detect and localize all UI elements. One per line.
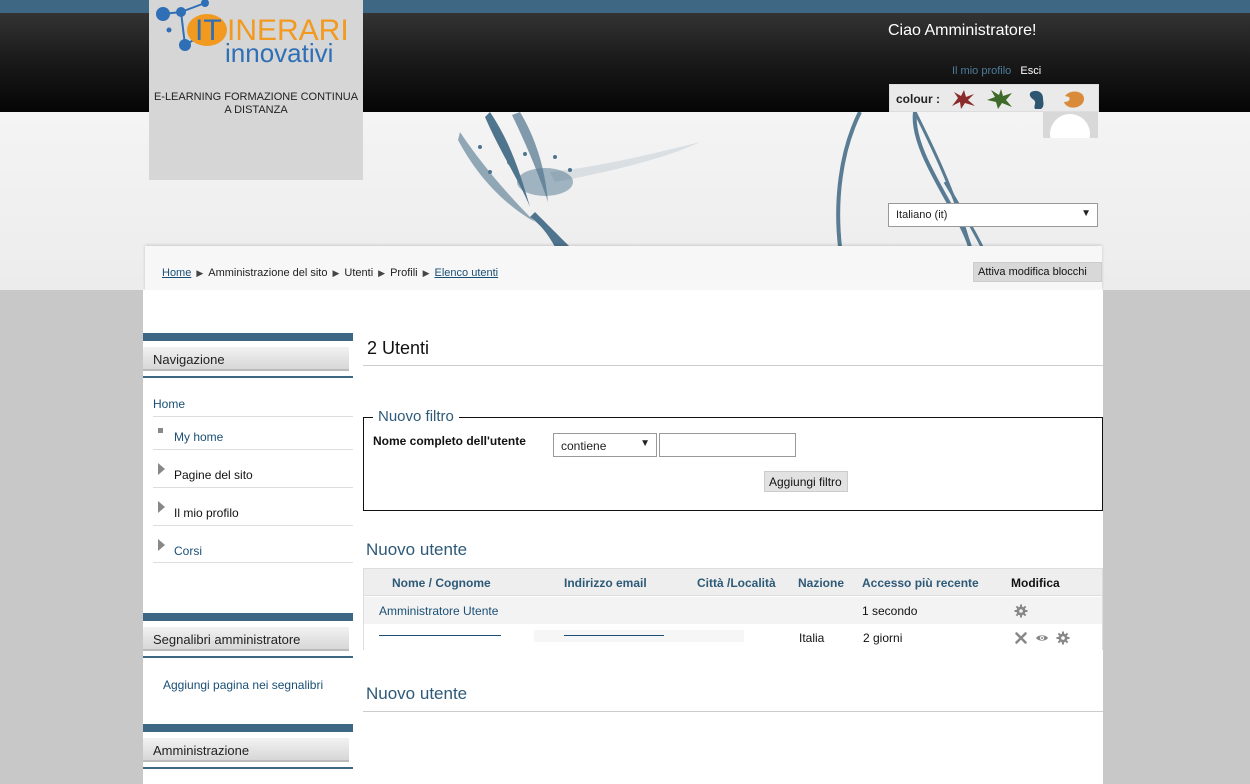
nav-item-site-pages[interactable]: Pagine del sito bbox=[153, 449, 353, 487]
page-title: 2 Utenti bbox=[367, 338, 430, 358]
new-user-link-bottom[interactable]: Nuovo utente bbox=[366, 684, 467, 704]
users-table: Nome / Cognome Indirizzo email Città /Lo… bbox=[363, 568, 1103, 651]
navigation-block: Navigazione bbox=[143, 333, 353, 378]
block-bar bbox=[143, 613, 353, 621]
block-divider bbox=[143, 656, 353, 658]
user-last-access: 1 secondo bbox=[862, 604, 918, 618]
colour-label: colour : bbox=[896, 92, 940, 106]
breadcrumb-separator-icon: ▶ bbox=[196, 268, 204, 278]
col-city-header[interactable]: Città /Località bbox=[697, 576, 776, 590]
my-profile-link[interactable]: Il mio profilo bbox=[952, 65, 1011, 77]
block-bar bbox=[143, 333, 353, 341]
logout-link[interactable]: Esci bbox=[1020, 65, 1041, 77]
colour-switcher: colour : bbox=[889, 84, 1099, 112]
breadcrumb-user-list[interactable]: Elenco utenti bbox=[435, 267, 499, 279]
logo-tagline: E-LEARNING FORMAZIONE CONTINUA A DISTANZ… bbox=[153, 91, 359, 116]
bullet-icon bbox=[158, 428, 163, 433]
title-divider bbox=[363, 365, 1103, 366]
add-filter-button[interactable]: Aggiungi filtro bbox=[764, 471, 848, 492]
col-edit-header: Modifica bbox=[1011, 576, 1060, 590]
expand-arrow-icon bbox=[158, 463, 165, 475]
delete-x-icon[interactable] bbox=[1014, 631, 1028, 645]
administration-block-title[interactable]: Amministrazione bbox=[143, 738, 349, 762]
expand-arrow-icon bbox=[158, 501, 165, 513]
breadcrumb: Home ▶ Amministrazione del sito ▶ Utenti ▶ Pro… bbox=[162, 267, 498, 279]
filter-value-input[interactable] bbox=[659, 433, 796, 457]
breadcrumb-users[interactable]: Utenti bbox=[344, 267, 373, 279]
table-row: Amministratore Utente 1 secondo bbox=[364, 597, 1102, 624]
page-content: Navigazione Home My home Pagine del sito… bbox=[143, 290, 1103, 784]
breadcrumb-home[interactable]: Home bbox=[162, 267, 191, 279]
breadcrumb-separator-icon: ▶ bbox=[378, 268, 386, 278]
col-name-header[interactable]: Nome / Cognome bbox=[392, 576, 491, 590]
navigation-block-title[interactable]: Navigazione bbox=[143, 347, 349, 371]
chevron-down-icon: ▼ bbox=[1081, 208, 1091, 219]
svg-text:IT: IT bbox=[195, 14, 222, 47]
eye-icon[interactable] bbox=[1035, 631, 1049, 645]
table-header: Nome / Cognome Indirizzo email Città /Lo… bbox=[364, 569, 1102, 596]
greeting: Ciao Amministratore! bbox=[888, 22, 1037, 39]
colour-blue-swatch[interactable] bbox=[1023, 88, 1053, 110]
breadcrumb-separator-icon: ▶ bbox=[332, 268, 340, 278]
breadcrumb-site-admin[interactable]: Amministrazione del sito bbox=[208, 267, 327, 279]
language-select-value: Italiano (it) bbox=[896, 209, 948, 221]
new-filter-fieldset: Nuovo filtro Nome completo dell'utente c… bbox=[363, 408, 1103, 511]
block-divider bbox=[143, 376, 353, 378]
nav-item-my-profile[interactable]: Il mio profilo bbox=[153, 487, 353, 525]
bookmarks-block-title[interactable]: Segnalibri amministratore bbox=[143, 627, 349, 651]
colour-orange-swatch[interactable] bbox=[1059, 88, 1089, 110]
user-last-access: 2 giorni bbox=[863, 631, 903, 645]
nav-item-label: My home bbox=[174, 430, 224, 444]
redacted-name-underline bbox=[379, 635, 501, 636]
redacted-contact-area bbox=[534, 630, 744, 642]
settings-gear-icon[interactable] bbox=[1014, 604, 1028, 618]
col-country-header[interactable]: Nazione bbox=[798, 576, 844, 590]
filter-operator-select[interactable]: contiene ▼ bbox=[553, 433, 657, 457]
expand-arrow-icon bbox=[158, 539, 165, 551]
redacted-email-underline bbox=[564, 635, 664, 636]
table-row: Italia 2 giorni bbox=[364, 624, 1102, 651]
new-user-link-top[interactable]: Nuovo utente bbox=[366, 540, 467, 560]
user-links: Il mio profilo Esci bbox=[952, 65, 1041, 77]
block-bar bbox=[143, 724, 353, 732]
user-name-link[interactable]: Amministratore Utente bbox=[379, 604, 498, 618]
bottom-divider bbox=[363, 711, 1103, 712]
bookmarks-block: Segnalibri amministratore bbox=[143, 613, 353, 658]
filter-field-label: Nome completo dell'utente bbox=[373, 434, 526, 448]
colour-red-swatch[interactable] bbox=[948, 88, 978, 110]
itinerari-logo[interactable]: IT INERARI innovativi bbox=[149, 0, 363, 80]
nav-item-label: Il mio profilo bbox=[174, 506, 239, 520]
nav-home-link[interactable]: Home bbox=[153, 397, 185, 411]
user-avatar[interactable] bbox=[1043, 112, 1098, 138]
col-email-header[interactable]: Indirizzo email bbox=[564, 576, 647, 590]
svg-text:innovativi: innovativi bbox=[225, 38, 333, 68]
chevron-down-icon: ▼ bbox=[640, 438, 650, 449]
block-divider bbox=[143, 767, 353, 769]
add-bookmark-link[interactable]: Aggiungi pagina nei segnalibri bbox=[163, 678, 323, 692]
filter-operator-value: contiene bbox=[561, 439, 607, 453]
new-filter-legend[interactable]: Nuovo filtro bbox=[373, 408, 459, 425]
breadcrumb-bar: Home ▶ Amministrazione del sito ▶ Utenti ▶ Pro… bbox=[145, 246, 1102, 290]
settings-gear-icon[interactable] bbox=[1056, 631, 1070, 645]
logo-box: IT INERARI innovativi E-LEARNING FORMAZI… bbox=[149, 0, 363, 180]
nav-item-label: Pagine del sito bbox=[174, 468, 253, 482]
language-select[interactable]: Italiano (it) ▼ bbox=[888, 203, 1098, 227]
nav-item-label: Corsi bbox=[174, 544, 203, 558]
edit-blocks-button[interactable]: Attiva modifica blocchi bbox=[973, 262, 1102, 282]
breadcrumb-profiles[interactable]: Profili bbox=[390, 267, 418, 279]
administration-block: Amministrazione bbox=[143, 724, 353, 769]
col-last-access-header[interactable]: Accesso più recente bbox=[862, 576, 979, 590]
breadcrumb-separator-icon: ▶ bbox=[422, 268, 430, 278]
nav-item-courses[interactable]: Corsi bbox=[153, 525, 353, 563]
colour-green-swatch[interactable] bbox=[984, 88, 1014, 110]
user-country: Italia bbox=[799, 631, 825, 645]
